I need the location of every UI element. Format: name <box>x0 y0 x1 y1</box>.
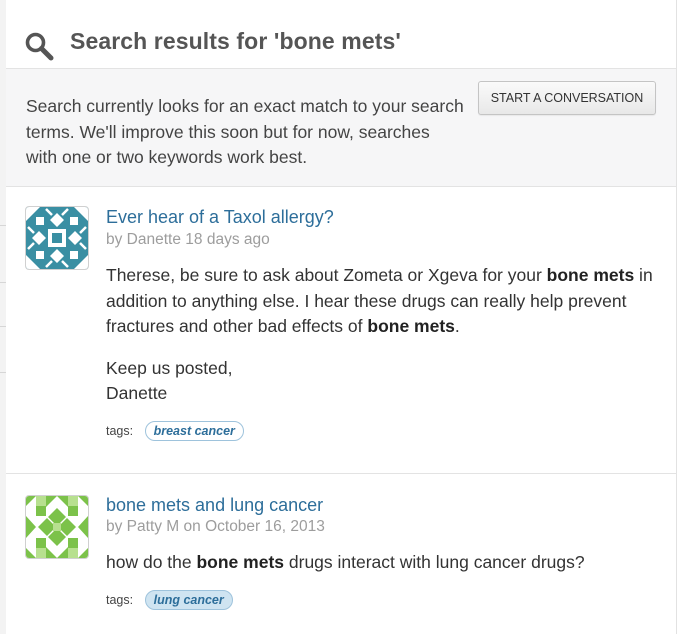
excerpt-text: . <box>454 316 460 336</box>
result-paragraph: Therese, be sure to ask about Zometa or … <box>106 263 666 340</box>
search-notice: START A CONVERSATION Search currently lo… <box>6 69 676 187</box>
search-results-panel: Search results for 'bone mets' START A C… <box>6 0 677 634</box>
result-author: by Danette <box>106 231 181 248</box>
quilt-avatar-icon <box>26 207 88 269</box>
search-highlight: bone mets <box>546 265 635 285</box>
tags-row: tags: breast cancer <box>106 421 244 441</box>
result-date: October 16, 2013 <box>205 518 325 535</box>
search-header: Search results for 'bone mets' <box>6 0 676 69</box>
start-conversation-button[interactable]: START A CONVERSATION <box>478 81 656 115</box>
excerpt-text: Therese, be sure to ask about Zometa or … <box>106 265 547 285</box>
tag-lung-cancer[interactable]: lung cancer <box>144 590 233 610</box>
search-result-item: Ever hear of a Taxol allergy? by Danette… <box>6 187 676 474</box>
quilt-avatar-icon <box>26 496 88 558</box>
page-title: Search results for 'bone mets' <box>70 28 401 54</box>
tags-row: tags: lung cancer <box>106 590 233 610</box>
result-paragraph: how do the bone mets drugs interact with… <box>106 550 666 576</box>
result-meta: by Patty M on October 16, 2013 <box>106 518 325 536</box>
tag-breast-cancer[interactable]: breast cancer <box>144 421 244 441</box>
search-icon <box>25 32 54 61</box>
search-highlight: bone mets <box>196 552 285 572</box>
notice-text: START A CONVERSATION Search currently lo… <box>26 81 683 171</box>
excerpt-text: how do the <box>106 552 197 572</box>
result-meta: by Danette 18 days ago <box>106 231 270 249</box>
notice-message: Search currently looks for an exact matc… <box>26 96 464 167</box>
excerpt-text: Keep us posted, <box>106 357 233 378</box>
result-author: by Patty M on <box>106 518 201 535</box>
result-date: 18 days ago <box>185 231 270 248</box>
search-highlight: bone mets <box>367 316 455 336</box>
search-result-item: bone mets and lung cancer by Patty M on … <box>6 474 676 634</box>
tags-label: tags: <box>106 593 134 607</box>
result-excerpt: how do the bone mets drugs interact with… <box>106 550 666 576</box>
result-title-link[interactable]: Ever hear of a Taxol allergy? <box>106 207 334 228</box>
tags-label: tags: <box>106 424 134 438</box>
result-title-link[interactable]: bone mets and lung cancer <box>106 495 323 516</box>
avatar[interactable] <box>25 206 89 270</box>
excerpt-text: Danette <box>106 383 168 403</box>
excerpt-text: drugs interact with lung cancer drugs? <box>284 552 585 572</box>
result-excerpt: Therese, be sure to ask about Zometa or … <box>106 263 666 407</box>
avatar[interactable] <box>25 495 89 559</box>
result-paragraph: Keep us posted, Danette <box>106 356 666 407</box>
